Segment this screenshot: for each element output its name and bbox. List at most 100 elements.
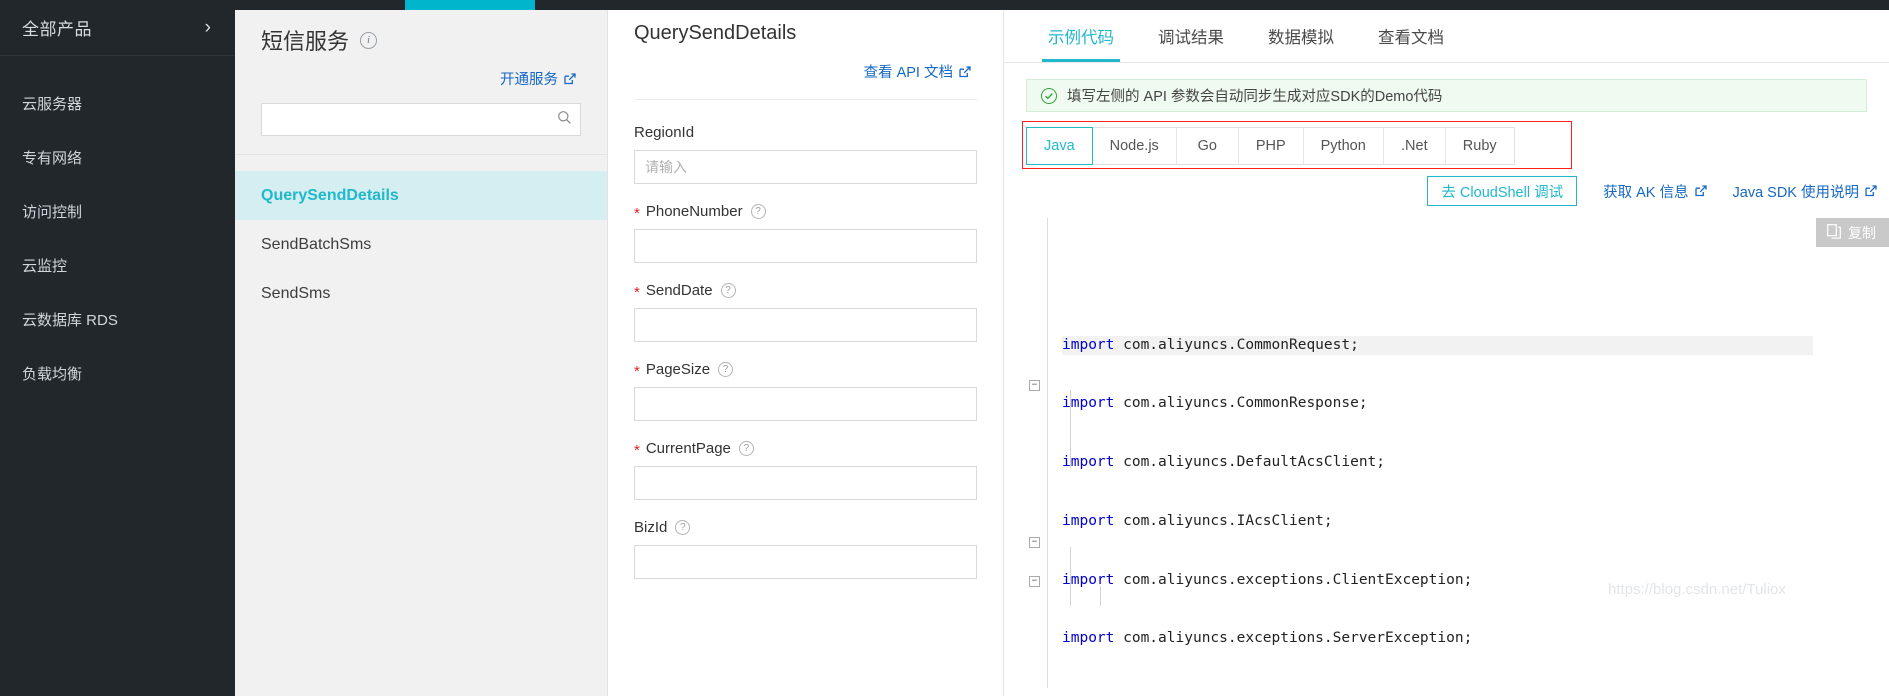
external-link-icon [959, 65, 971, 78]
java-sdk-guide-link[interactable]: Java SDK 使用说明 [1733, 181, 1878, 202]
field-name: BizId [634, 519, 668, 536]
field-name: SendDate [645, 282, 713, 299]
cloudshell-debug-button[interactable]: 去 CloudShell 调试 [1427, 176, 1578, 206]
external-link-icon [564, 72, 576, 85]
api-item-querysenddetails[interactable]: QuerySendDetails [235, 171, 607, 220]
field-name: CurrentPage [645, 440, 731, 457]
open-service-link[interactable]: 开通服务 [500, 68, 576, 89]
sidebar-item-rds[interactable]: 云数据库 RDS [0, 292, 235, 346]
api-item-label: SendBatchSms [261, 235, 372, 253]
search-input[interactable] [272, 111, 557, 128]
pagesize-input[interactable] [634, 387, 977, 421]
get-ak-info-link[interactable]: 获取 AK 信息 [1603, 181, 1707, 202]
langtab-python[interactable]: Python [1304, 128, 1384, 164]
service-search-wrap [235, 89, 607, 154]
all-products-header[interactable]: 全部产品 › [0, 0, 235, 56]
all-products-label: 全部产品 [22, 20, 92, 39]
form-body: RegionId * PhoneNumber ? * SendDate ? [608, 100, 1003, 579]
copy-button[interactable]: 复制 [1816, 218, 1889, 247]
help-icon[interactable]: ? [738, 441, 754, 456]
required-asterisk: * [634, 442, 640, 459]
api-item-sendbatchsms[interactable]: SendBatchSms [235, 220, 607, 269]
search-box[interactable] [261, 103, 581, 136]
langtab-java[interactable]: Java [1026, 127, 1093, 165]
chevron-right-icon: › [204, 17, 211, 38]
notice-text: 填写左侧的 API 参数会自动同步生成对应SDK的Demo代码 [1067, 89, 1443, 105]
bizid-input[interactable] [634, 545, 977, 579]
tab-label: 数据模拟 [1268, 29, 1334, 47]
required-asterisk: * [634, 205, 640, 222]
tab-bar: 示例代码 调试结果 数据模拟 查看文档 [1004, 10, 1889, 62]
indent-guide [1070, 390, 1071, 468]
langtab-label: Python [1320, 138, 1366, 154]
help-icon[interactable]: ? [720, 283, 736, 298]
langtab-ruby[interactable]: Ruby [1446, 128, 1514, 164]
copy-label: 复制 [1848, 224, 1876, 241]
code-line: import com.aliyuncs.exceptions.ClientExc… [1062, 571, 1473, 588]
langtab-label: Java [1044, 138, 1075, 154]
field-label: BizId ? [634, 519, 977, 536]
langtab-nodejs[interactable]: Node.js [1093, 128, 1177, 164]
sidebar-item-vpc[interactable]: 专有网络 [0, 130, 235, 184]
fold-toggle[interactable]: − [1029, 576, 1040, 587]
code-line: import com.aliyuncs.DefaultAcsClient; [1062, 454, 1386, 471]
required-asterisk: * [634, 363, 640, 380]
field-label: * CurrentPage ? [634, 440, 977, 459]
regionid-input[interactable] [634, 150, 977, 184]
sidebar-item-label: 访问控制 [22, 203, 83, 221]
field-label: * PhoneNumber ? [634, 203, 977, 222]
tab-view-doc[interactable]: 查看文档 [1356, 11, 1466, 62]
sidebar-item-ram[interactable]: 访问控制 [0, 184, 235, 238]
field-name: PageSize [645, 361, 711, 378]
code-line: import com.aliyuncs.CommonRequest; [1062, 335, 1813, 356]
field-label: * SendDate ? [634, 282, 977, 300]
api-doc-link[interactable]: 查看 API 文档 [864, 61, 971, 82]
phonenumber-input[interactable] [634, 229, 977, 263]
sidebar-item-label: 云数据库 RDS [22, 311, 118, 329]
language-tabs-wrap: Java Node.js Go PHP Python .Net Ruby [1022, 121, 1867, 169]
api-item-label: SendSms [261, 284, 331, 302]
info-icon[interactable]: i [360, 31, 378, 49]
currentpage-input[interactable] [634, 466, 977, 500]
tab-debug-result[interactable]: 调试结果 [1136, 11, 1246, 62]
code-line: import com.aliyuncs.IAcsClient; [1062, 512, 1333, 529]
language-tabs: Java Node.js Go PHP Python .Net Ruby [1026, 127, 1515, 165]
code-line: import com.aliyuncs.CommonResponse; [1062, 395, 1368, 412]
api-item-sendsms[interactable]: SendSms [235, 269, 607, 318]
help-icon[interactable]: ? [675, 520, 691, 535]
langtab-label: PHP [1255, 138, 1286, 154]
field-currentpage: * CurrentPage ? [634, 440, 977, 500]
open-service-label: 开通服务 [500, 72, 558, 88]
sidebar-item-cloudmonitor[interactable]: 云监控 [0, 238, 235, 292]
help-icon[interactable]: ? [750, 204, 766, 219]
fold-toggle[interactable]: − [1029, 537, 1040, 548]
help-icon[interactable]: ? [718, 362, 734, 377]
service-header: 短信服务 i 开通服务 [235, 10, 607, 89]
top-bar [235, 0, 1889, 10]
api-form-panel: QuerySendDetails 查看 API 文档 RegionId 请输入 … [608, 0, 1004, 696]
code-gutter[interactable]: − − − [1026, 218, 1048, 688]
indent-guide [1070, 547, 1071, 606]
field-phonenumber: * PhoneNumber ? [634, 203, 977, 263]
api-doc-row: 查看 API 文档 [634, 61, 977, 82]
service-title-row: 短信服务 i [261, 24, 581, 56]
left-nav-list: 云服务器 专有网络 访问控制 云监控 云数据库 RDS 负载均衡 [0, 56, 235, 400]
info-notice: 填写左侧的 API 参数会自动同步生成对应SDK的Demo代码 [1026, 79, 1867, 112]
langtab-php[interactable]: PHP [1239, 128, 1304, 164]
langtab-go[interactable]: Go [1177, 128, 1239, 164]
tab-data-mock[interactable]: 数据模拟 [1246, 11, 1356, 62]
tab-label: 示例代码 [1048, 29, 1114, 47]
tab-label: 查看文档 [1378, 29, 1444, 47]
tab-label: 调试结果 [1158, 29, 1224, 47]
indent-guide [1100, 586, 1101, 606]
tab-sample-code[interactable]: 示例代码 [1026, 11, 1136, 62]
form-header: QuerySendDetails 查看 API 文档 [608, 0, 1003, 100]
field-pagesize: * PageSize ? [634, 361, 977, 421]
langtab-dotnet[interactable]: .Net [1384, 128, 1446, 164]
fold-toggle[interactable]: − [1029, 380, 1040, 391]
senddate-input[interactable] [634, 308, 977, 342]
sidebar-item-slb[interactable]: 负载均衡 [0, 346, 235, 400]
search-icon[interactable] [557, 110, 572, 130]
code-viewer[interactable]: 复制 − − − import com.aliyuncs.CommonReque… [1026, 218, 1889, 688]
sidebar-item-ecs[interactable]: 云服务器 [0, 76, 235, 130]
